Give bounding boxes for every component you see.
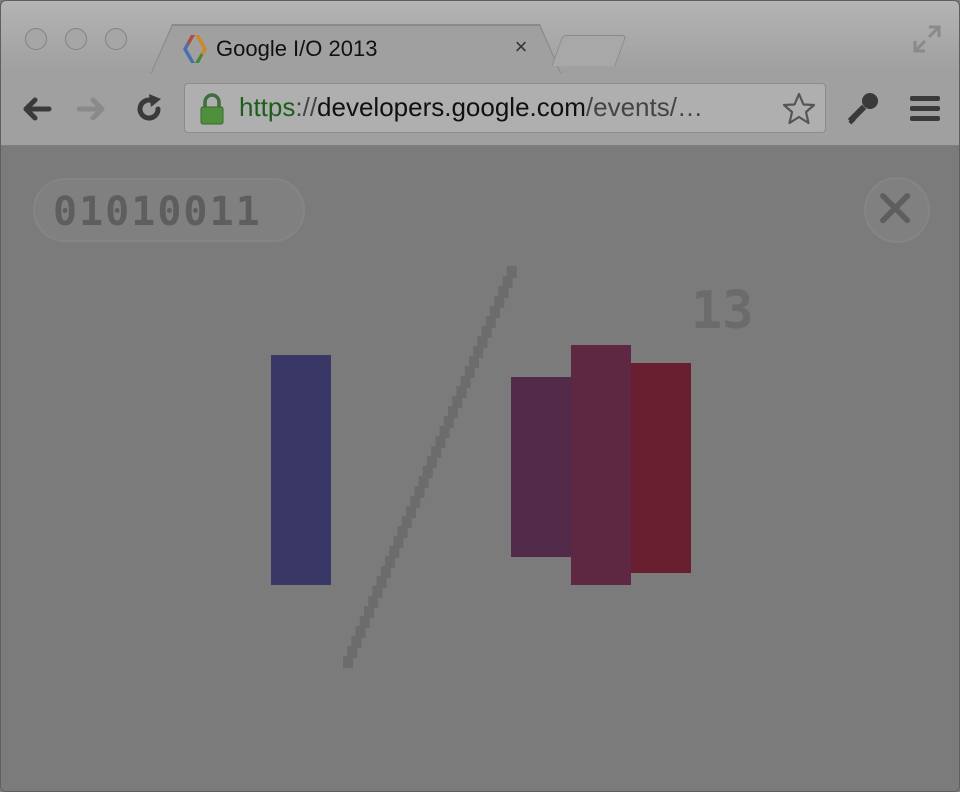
forward-arrow-icon[interactable] (73, 91, 109, 127)
new-tab-button[interactable] (551, 35, 627, 66)
url-text: https://developers.google.com/events/… (239, 92, 703, 123)
browser-window: Google I/O 2013 × https://developers.goo… (0, 0, 960, 792)
menu-icon[interactable] (907, 93, 943, 125)
google-developers-icon (183, 35, 207, 63)
url-separator: :// (295, 92, 318, 122)
url-scheme: https (239, 92, 296, 122)
url-host: developers.google.com (317, 92, 586, 122)
fullscreen-icon[interactable] (911, 23, 943, 55)
letter-i-bar (271, 355, 331, 585)
reload-icon[interactable] (131, 91, 167, 127)
minimize-window-button[interactable] (65, 28, 87, 50)
binary-code-text: 01010011 (53, 189, 262, 235)
tab-title: Google I/O 2013 (216, 36, 378, 61)
lock-icon (200, 93, 224, 125)
back-arrow-icon[interactable] (19, 91, 55, 127)
close-icon (880, 193, 911, 224)
close-button[interactable] (864, 177, 930, 243)
slash-pixel (506, 266, 517, 278)
close-window-button[interactable] (25, 28, 47, 50)
pixel-slash (343, 266, 517, 668)
letter-o-bar-left (511, 377, 571, 557)
io-year-number: 13 (691, 281, 754, 341)
url-path: /events/… (585, 92, 703, 122)
star-icon[interactable] (781, 91, 817, 127)
letter-o-bar-right (631, 363, 691, 573)
key-icon[interactable] (843, 89, 883, 129)
letter-o-bar-middle (571, 345, 631, 585)
zoom-window-button[interactable] (105, 28, 127, 50)
tab-close-icon[interactable]: × (511, 36, 531, 58)
title-bar: Google I/O 2013 × (1, 1, 959, 75)
